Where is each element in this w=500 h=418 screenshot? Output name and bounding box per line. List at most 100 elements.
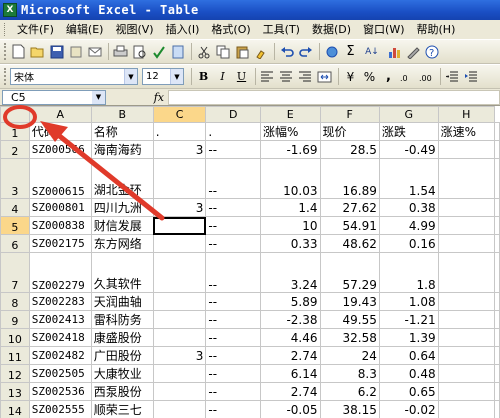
cell-c3[interactable] <box>152 158 207 199</box>
menu-help[interactable]: 帮助(H) <box>411 20 462 39</box>
cell-b4[interactable]: 四川九洲 <box>90 198 154 217</box>
cell-d4[interactable]: -- <box>205 198 261 217</box>
cell-g9[interactable]: -1.21 <box>378 310 439 329</box>
cell-b14[interactable]: 顺荣三七 <box>90 400 154 418</box>
cell-e3[interactable]: 10.03 <box>259 158 321 199</box>
cell-d8[interactable]: -- <box>205 292 261 311</box>
redo-icon[interactable] <box>297 43 314 60</box>
cell-overflow[interactable] <box>494 252 500 293</box>
cell-g12[interactable]: 0.48 <box>378 364 439 383</box>
cell-c10[interactable] <box>152 328 207 347</box>
decrease-decimal-icon[interactable]: .00 <box>418 68 435 85</box>
cell-e9[interactable]: -2.38 <box>259 310 321 329</box>
cut-icon[interactable] <box>195 43 212 60</box>
column-header-g[interactable]: G <box>378 106 439 123</box>
cell-c11[interactable]: 3 <box>152 346 207 365</box>
cell-a11[interactable]: SZ002482 <box>28 346 92 365</box>
cell-overflow[interactable] <box>494 198 500 217</box>
cell-h5[interactable] <box>437 216 496 235</box>
cell-h13[interactable] <box>437 382 496 401</box>
cell-c12[interactable] <box>152 364 207 383</box>
row-header-1[interactable]: 1 <box>0 122 30 141</box>
insert-function-button[interactable]: fx <box>106 91 168 104</box>
cell-e6[interactable]: 0.33 <box>259 234 321 253</box>
toolbar-grip[interactable] <box>4 68 7 85</box>
cell-c9[interactable] <box>152 310 207 329</box>
cell-f10[interactable]: 32.58 <box>319 328 380 347</box>
italic-button[interactable]: I <box>214 68 231 85</box>
cell-f12[interactable]: 8.3 <box>319 364 380 383</box>
row-header-11[interactable]: 11 <box>0 346 30 365</box>
cell-a4[interactable]: SZ000801 <box>28 198 92 217</box>
format-painter-icon[interactable] <box>252 43 269 60</box>
increase-decimal-icon[interactable]: .0 <box>399 68 416 85</box>
bold-button[interactable]: B <box>195 68 212 85</box>
row-header-2[interactable]: 2 <box>0 140 30 159</box>
cell-f11[interactable]: 24 <box>319 346 380 365</box>
cell-d12[interactable]: -- <box>205 364 261 383</box>
cell-d11[interactable]: -- <box>205 346 261 365</box>
cell-overflow[interactable] <box>494 234 500 253</box>
cell-h9[interactable] <box>437 310 496 329</box>
cell-e10[interactable]: 4.46 <box>259 328 321 347</box>
print-icon[interactable] <box>112 43 129 60</box>
row-header-10[interactable]: 10 <box>0 328 30 347</box>
cell-b8[interactable]: 天润曲轴 <box>90 292 154 311</box>
cell-a1[interactable]: 代码 <box>28 122 92 141</box>
decrease-indent-icon[interactable] <box>444 68 461 85</box>
help-icon[interactable]: ? <box>423 43 440 60</box>
row-header-8[interactable]: 8 <box>0 292 30 311</box>
chart-wizard-icon[interactable] <box>385 43 402 60</box>
cell-f4[interactable]: 27.62 <box>319 198 380 217</box>
cell-d10[interactable]: -- <box>205 328 261 347</box>
cell-overflow[interactable] <box>494 216 500 235</box>
row-header-6[interactable]: 6 <box>0 234 30 253</box>
cell-b9[interactable]: 雷科防务 <box>90 310 154 329</box>
menu-grip[interactable] <box>4 23 7 36</box>
font-name-select[interactable]: 宋体 ▼ <box>10 68 138 85</box>
cell-h4[interactable] <box>437 198 496 217</box>
hyperlink-icon[interactable] <box>323 43 340 60</box>
comma-button[interactable]: , <box>380 68 397 85</box>
cell-g2[interactable]: -0.49 <box>378 140 439 159</box>
menu-edit[interactable]: 编辑(E) <box>60 20 110 39</box>
cell-b10[interactable]: 康盛股份 <box>90 328 154 347</box>
cell-f3[interactable]: 16.89 <box>319 158 380 199</box>
cell-b2[interactable]: 海南海药 <box>90 140 154 159</box>
cell-g11[interactable]: 0.64 <box>378 346 439 365</box>
cell-h14[interactable] <box>437 400 496 418</box>
cell-c8[interactable] <box>152 292 207 311</box>
cell-g3[interactable]: 1.54 <box>378 158 439 199</box>
cell-h8[interactable] <box>437 292 496 311</box>
cell-g1[interactable]: 涨跌 <box>378 122 439 141</box>
permission-icon[interactable] <box>67 43 84 60</box>
menu-tools[interactable]: 工具(T) <box>257 20 306 39</box>
cell-h3[interactable] <box>437 158 496 199</box>
cell-e8[interactable]: 5.89 <box>259 292 321 311</box>
drawing-icon[interactable] <box>404 43 421 60</box>
sort-ascending-button[interactable]: A↓ <box>361 43 383 60</box>
align-center-icon[interactable] <box>278 68 295 85</box>
cell-d14[interactable]: -- <box>205 400 261 418</box>
row-header-14[interactable]: 14 <box>0 400 30 418</box>
cell-g4[interactable]: 0.38 <box>378 198 439 217</box>
cell-h6[interactable] <box>437 234 496 253</box>
cell-d1[interactable]: . <box>205 122 261 141</box>
cell-f1[interactable]: 现价 <box>319 122 380 141</box>
cell-overflow[interactable] <box>494 122 500 141</box>
cell-overflow[interactable] <box>494 292 500 311</box>
cell-e12[interactable]: 6.14 <box>259 364 321 383</box>
cell-e5[interactable]: 10 <box>259 216 321 235</box>
cell-d2[interactable]: -- <box>205 140 261 159</box>
cell-c5[interactable] <box>152 216 207 235</box>
name-box[interactable]: C5 ▼ <box>2 89 106 105</box>
align-right-icon[interactable] <box>297 68 314 85</box>
formula-input[interactable] <box>168 89 500 105</box>
cell-e14[interactable]: -0.05 <box>259 400 321 418</box>
row-header-7[interactable]: 7 <box>0 252 30 293</box>
copy-icon[interactable] <box>214 43 231 60</box>
cell-f5[interactable]: 54.91 <box>319 216 380 235</box>
menu-window[interactable]: 窗口(W) <box>357 20 410 39</box>
cell-d3[interactable]: -- <box>205 158 261 199</box>
menu-data[interactable]: 数据(D) <box>306 20 357 39</box>
